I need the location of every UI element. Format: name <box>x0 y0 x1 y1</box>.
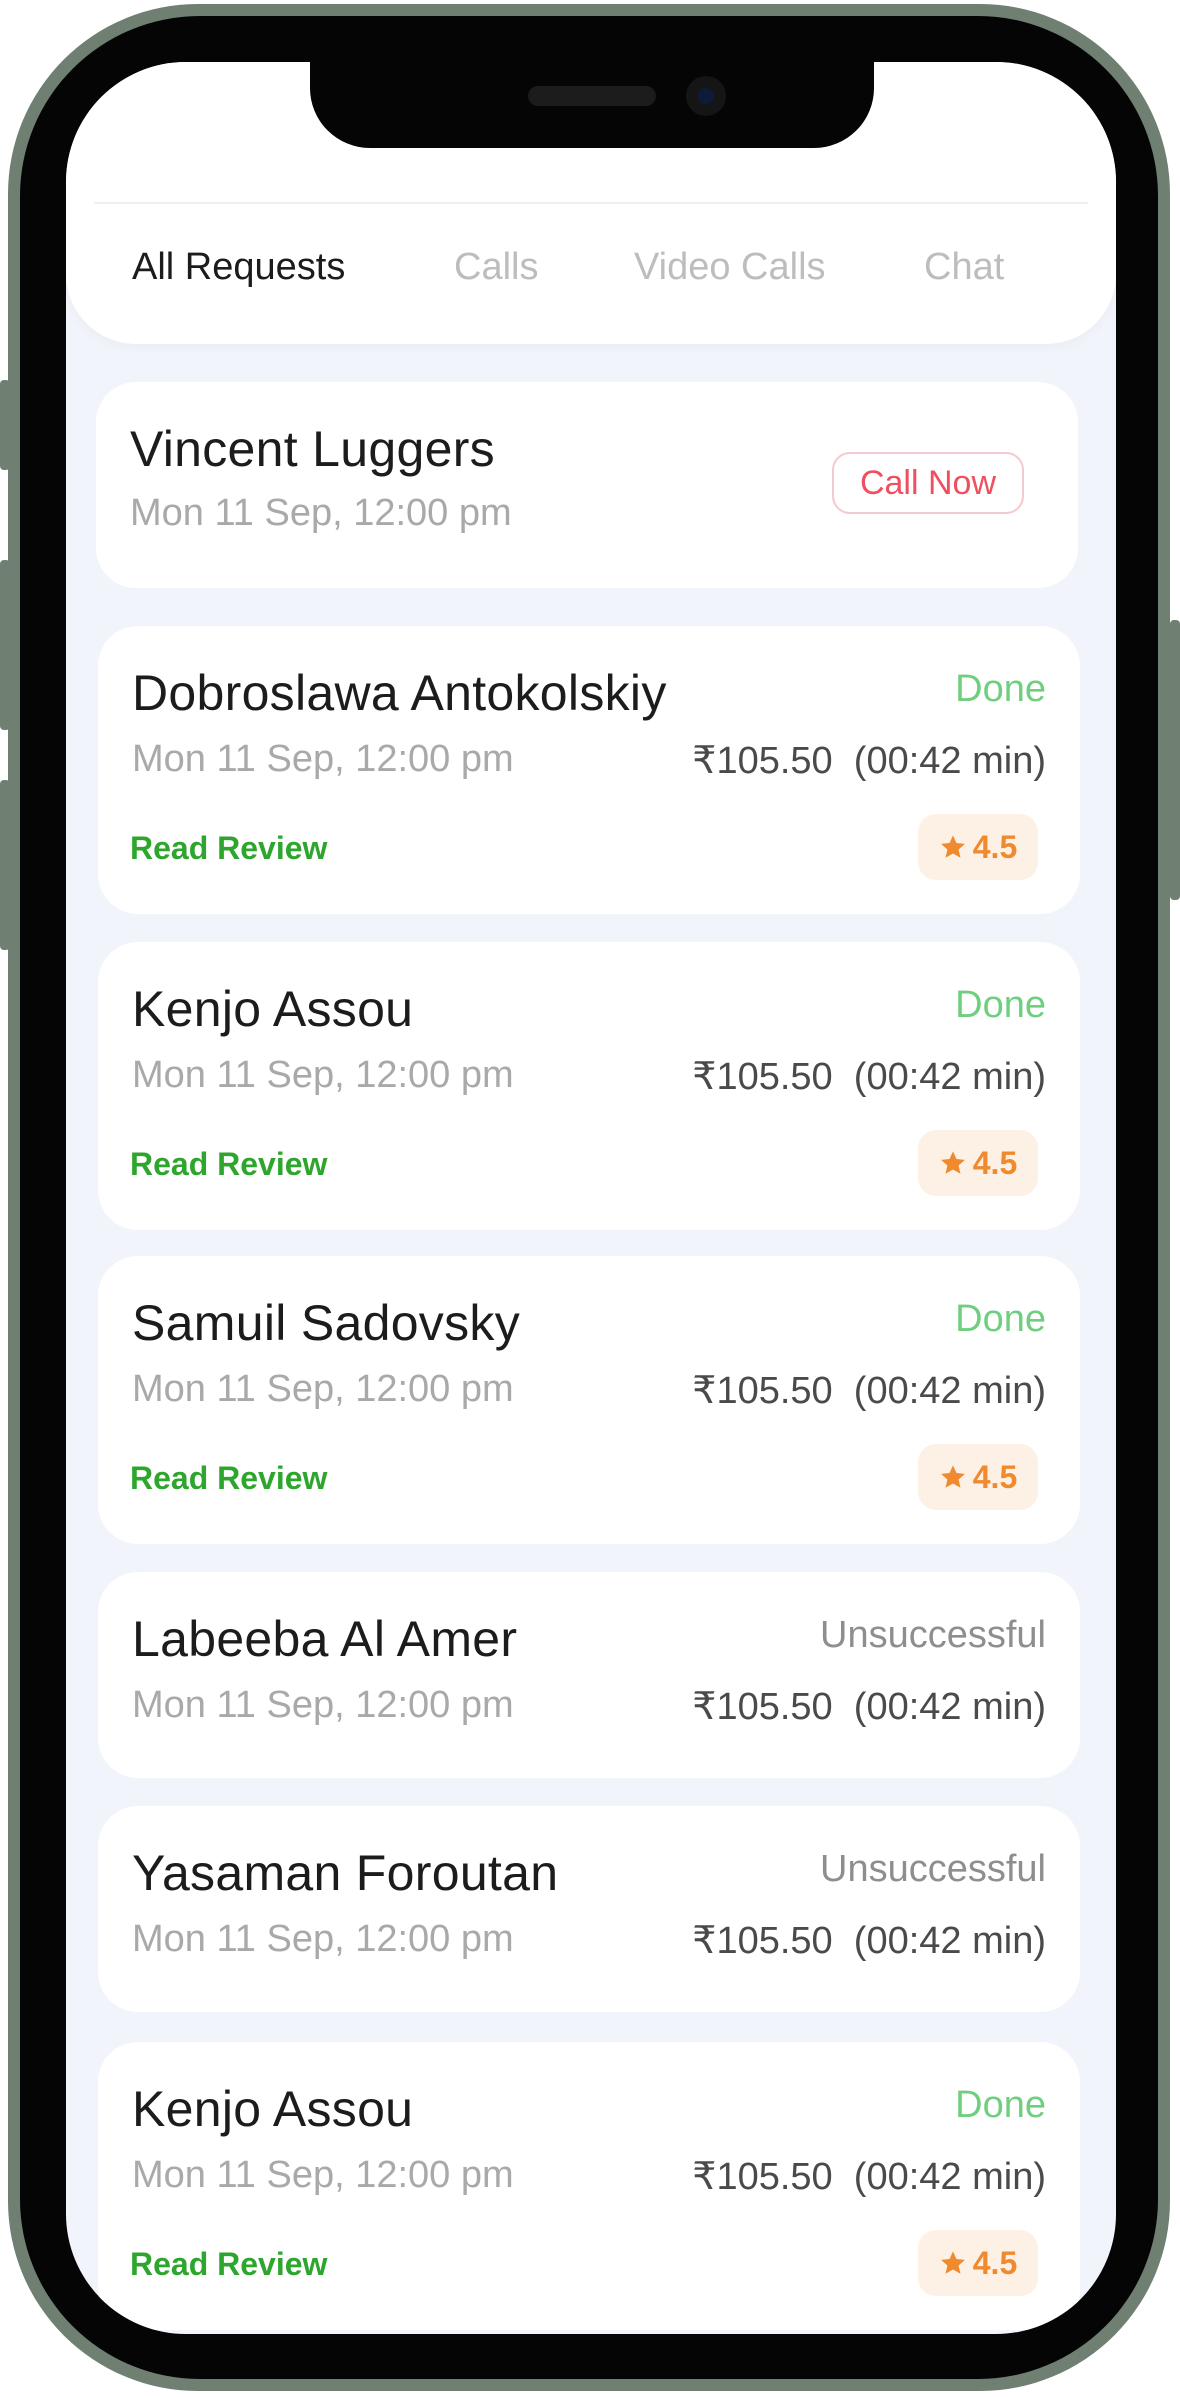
request-date: Mon 11 Sep, 12:00 pm <box>132 2154 514 2196</box>
tab-chat[interactable]: Chat <box>924 246 1004 289</box>
star-icon <box>940 2251 965 2274</box>
rating-badge: 4.5 <box>918 1444 1038 1510</box>
request-card[interactable]: Labeeba Al Amer Unsuccessful Mon 11 Sep,… <box>98 1572 1080 1778</box>
status-label: Unsuccessful <box>820 1848 1046 1890</box>
rating-value: 4.5 <box>972 1144 1018 1181</box>
earpiece-speaker <box>528 86 656 106</box>
price-duration: ₹105.50 (00:42 min) <box>692 1056 1046 1098</box>
price-duration: ₹105.50 (00:42 min) <box>692 2156 1046 2198</box>
star-icon <box>940 1151 965 1174</box>
request-card[interactable]: Dobroslawa Antokolskiy Done Mon 11 Sep, … <box>98 626 1080 914</box>
read-review-link[interactable]: Read Review <box>130 1146 327 1183</box>
status-label: Done <box>955 1298 1046 1340</box>
price-duration: ₹105.50 (00:42 min) <box>692 1920 1046 1962</box>
requester-name: Labeeba Al Amer <box>132 1611 518 1667</box>
requester-name: Kenjo Assou <box>132 981 414 1037</box>
request-date: Mon 11 Sep, 12:00 pm <box>132 1684 514 1726</box>
call-now-button[interactable]: Call Now <box>832 452 1024 514</box>
power-button <box>1170 620 1180 900</box>
read-review-link[interactable]: Read Review <box>130 1460 327 1497</box>
price-duration: ₹105.50 (00:42 min) <box>692 1686 1046 1728</box>
tab-video-calls[interactable]: Video Calls <box>634 246 826 289</box>
rating-value: 4.5 <box>972 2244 1018 2281</box>
tab-calls[interactable]: Calls <box>454 246 538 289</box>
volume-down-button <box>0 780 10 950</box>
request-date: Mon 11 Sep, 12:00 pm <box>132 738 514 780</box>
request-card[interactable]: Yasaman Foroutan Unsuccessful Mon 11 Sep… <box>98 1806 1080 2012</box>
star-icon <box>940 1465 965 1488</box>
price-duration: ₹105.50 (00:42 min) <box>692 1370 1046 1412</box>
read-review-link[interactable]: Read Review <box>130 2246 327 2283</box>
requester-name: Samuil Sadovsky <box>132 1295 520 1351</box>
request-date: Mon 11 Sep, 12:00 pm <box>132 1368 514 1410</box>
rating-badge: 4.5 <box>918 2230 1038 2296</box>
tab-all-requests[interactable]: All Requests <box>132 246 345 289</box>
price-duration: ₹105.50 (00:42 min) <box>692 740 1046 782</box>
status-label: Done <box>955 668 1046 710</box>
status-label: Done <box>955 2084 1046 2126</box>
header-divider <box>94 202 1088 204</box>
rating-value: 4.5 <box>972 828 1018 865</box>
app-screen: All Requests Calls Video Calls Chat Vinc… <box>66 62 1116 2334</box>
requester-name: Vincent Luggers <box>130 421 495 477</box>
requester-name: Yasaman Foroutan <box>132 1845 559 1901</box>
status-label: Unsuccessful <box>820 1614 1046 1656</box>
requester-name: Dobroslawa Antokolskiy <box>132 665 667 721</box>
request-card[interactable]: Samuil Sadovsky Done Mon 11 Sep, 12:00 p… <box>98 1256 1080 1544</box>
read-review-link[interactable]: Read Review <box>130 830 327 867</box>
status-label: Done <box>955 984 1046 1026</box>
volume-up-button <box>0 560 10 730</box>
rating-badge: 4.5 <box>918 1130 1038 1196</box>
request-date: Mon 11 Sep, 12:00 pm <box>132 1054 514 1096</box>
star-icon <box>940 835 965 858</box>
silent-switch <box>0 380 10 470</box>
requester-name: Kenjo Assou <box>132 2081 414 2137</box>
request-date: Mon 11 Sep, 12:00 pm <box>132 1918 514 1960</box>
request-card[interactable]: Kenjo Assou Done Mon 11 Sep, 12:00 pm ₹1… <box>98 942 1080 1230</box>
front-camera <box>686 76 726 116</box>
rating-value: 4.5 <box>972 1458 1018 1495</box>
request-card[interactable]: Kenjo Assou Done Mon 11 Sep, 12:00 pm ₹1… <box>98 2042 1080 2330</box>
rating-badge: 4.5 <box>918 814 1038 880</box>
request-date: Mon 11 Sep, 12:00 pm <box>130 492 512 534</box>
pending-request-card[interactable]: Vincent Luggers Mon 11 Sep, 12:00 pm Cal… <box>96 382 1078 588</box>
